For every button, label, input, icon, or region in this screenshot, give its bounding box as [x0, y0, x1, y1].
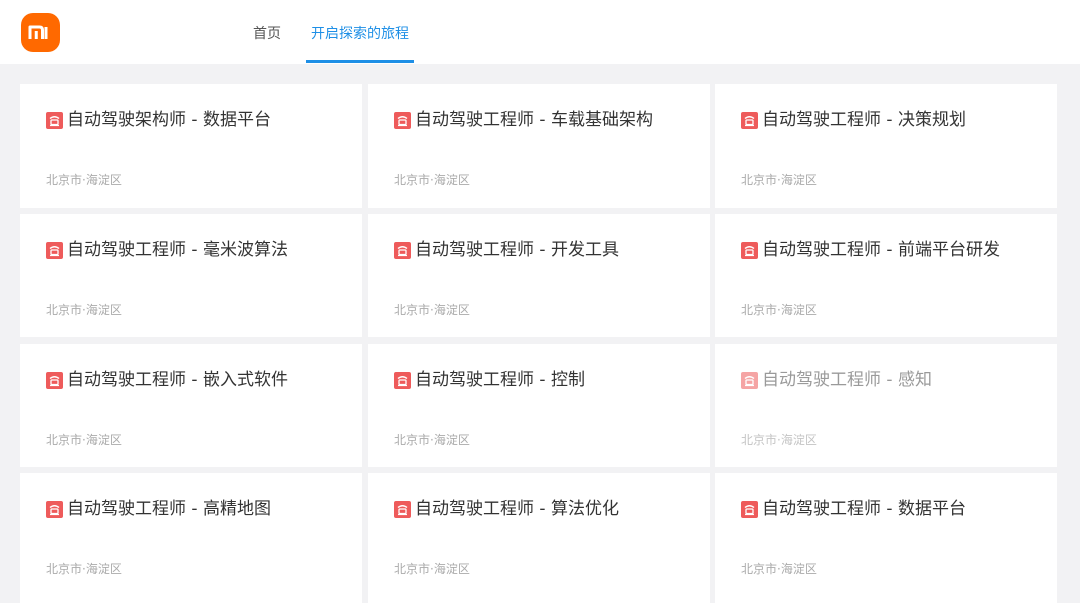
job-badge-icon [46, 372, 63, 389]
job-location: 北京市·海淀区 [394, 433, 470, 447]
job-title[interactable]: 自动驾驶工程师 - 高精地图 [67, 497, 337, 521]
job-title[interactable]: 自动驾驶架构师 - 数据平台 [67, 108, 337, 132]
job-badge-icon [394, 242, 411, 259]
job-location: 北京市·海淀区 [46, 433, 122, 447]
tab-home[interactable]: 首页 [253, 0, 281, 64]
job-card[interactable]: 自动驾驶工程师 - 感知北京市·海淀区 [715, 344, 1057, 467]
top-navigation-bar: 首页 开启探索的旅程 [0, 0, 1080, 64]
job-badge-icon [741, 372, 758, 389]
job-location: 北京市·海淀区 [46, 562, 122, 576]
job-badge-icon [46, 501, 63, 518]
job-card[interactable]: 自动驾驶工程师 - 控制北京市·海淀区 [368, 344, 710, 467]
job-card[interactable]: 自动驾驶工程师 - 高精地图北京市·海淀区 [20, 473, 362, 603]
job-title[interactable]: 自动驾驶工程师 - 控制 [415, 368, 685, 392]
tab-explore-journey[interactable]: 开启探索的旅程 [306, 0, 414, 64]
job-location: 北京市·海淀区 [394, 303, 470, 317]
job-title[interactable]: 自动驾驶工程师 - 前端平台研发 [762, 238, 1032, 262]
active-tab-indicator [306, 60, 414, 63]
xiaomi-logo[interactable] [21, 13, 60, 52]
job-card[interactable]: 自动驾驶工程师 - 前端平台研发北京市·海淀区 [715, 214, 1057, 337]
job-title[interactable]: 自动驾驶工程师 - 开发工具 [415, 238, 685, 262]
job-title[interactable]: 自动驾驶工程师 - 感知 [762, 368, 1032, 392]
job-title[interactable]: 自动驾驶工程师 - 车载基础架构 [415, 108, 685, 132]
mi-logo-icon [28, 25, 48, 39]
job-badge-icon [741, 242, 758, 259]
job-location: 北京市·海淀区 [394, 173, 470, 187]
job-title[interactable]: 自动驾驶工程师 - 嵌入式软件 [67, 368, 337, 392]
job-title[interactable]: 自动驾驶工程师 - 决策规划 [762, 108, 1032, 132]
job-location: 北京市·海淀区 [741, 562, 817, 576]
job-badge-icon [741, 501, 758, 518]
job-title[interactable]: 自动驾驶工程师 - 算法优化 [415, 497, 685, 521]
job-title[interactable]: 自动驾驶工程师 - 数据平台 [762, 497, 1032, 521]
job-badge-icon [394, 372, 411, 389]
job-card[interactable]: 自动驾驶工程师 - 车载基础架构北京市·海淀区 [368, 84, 710, 208]
job-card[interactable]: 自动驾驶工程师 - 数据平台北京市·海淀区 [715, 473, 1057, 603]
job-card[interactable]: 自动驾驶工程师 - 毫米波算法北京市·海淀区 [20, 214, 362, 337]
job-location: 北京市·海淀区 [741, 433, 817, 447]
job-badge-icon [394, 501, 411, 518]
job-card[interactable]: 自动驾驶架构师 - 数据平台北京市·海淀区 [20, 84, 362, 208]
job-card[interactable]: 自动驾驶工程师 - 开发工具北京市·海淀区 [368, 214, 710, 337]
job-card[interactable]: 自动驾驶工程师 - 决策规划北京市·海淀区 [715, 84, 1057, 208]
job-location: 北京市·海淀区 [741, 173, 817, 187]
job-title[interactable]: 自动驾驶工程师 - 毫米波算法 [67, 238, 337, 262]
job-badge-icon [46, 112, 63, 129]
job-badge-icon [46, 242, 63, 259]
job-card[interactable]: 自动驾驶工程师 - 嵌入式软件北京市·海淀区 [20, 344, 362, 467]
job-location: 北京市·海淀区 [741, 303, 817, 317]
job-badge-icon [741, 112, 758, 129]
job-location: 北京市·海淀区 [46, 303, 122, 317]
job-card[interactable]: 自动驾驶工程师 - 算法优化北京市·海淀区 [368, 473, 710, 603]
job-badge-icon [394, 112, 411, 129]
job-location: 北京市·海淀区 [394, 562, 470, 576]
job-location: 北京市·海淀区 [46, 173, 122, 187]
